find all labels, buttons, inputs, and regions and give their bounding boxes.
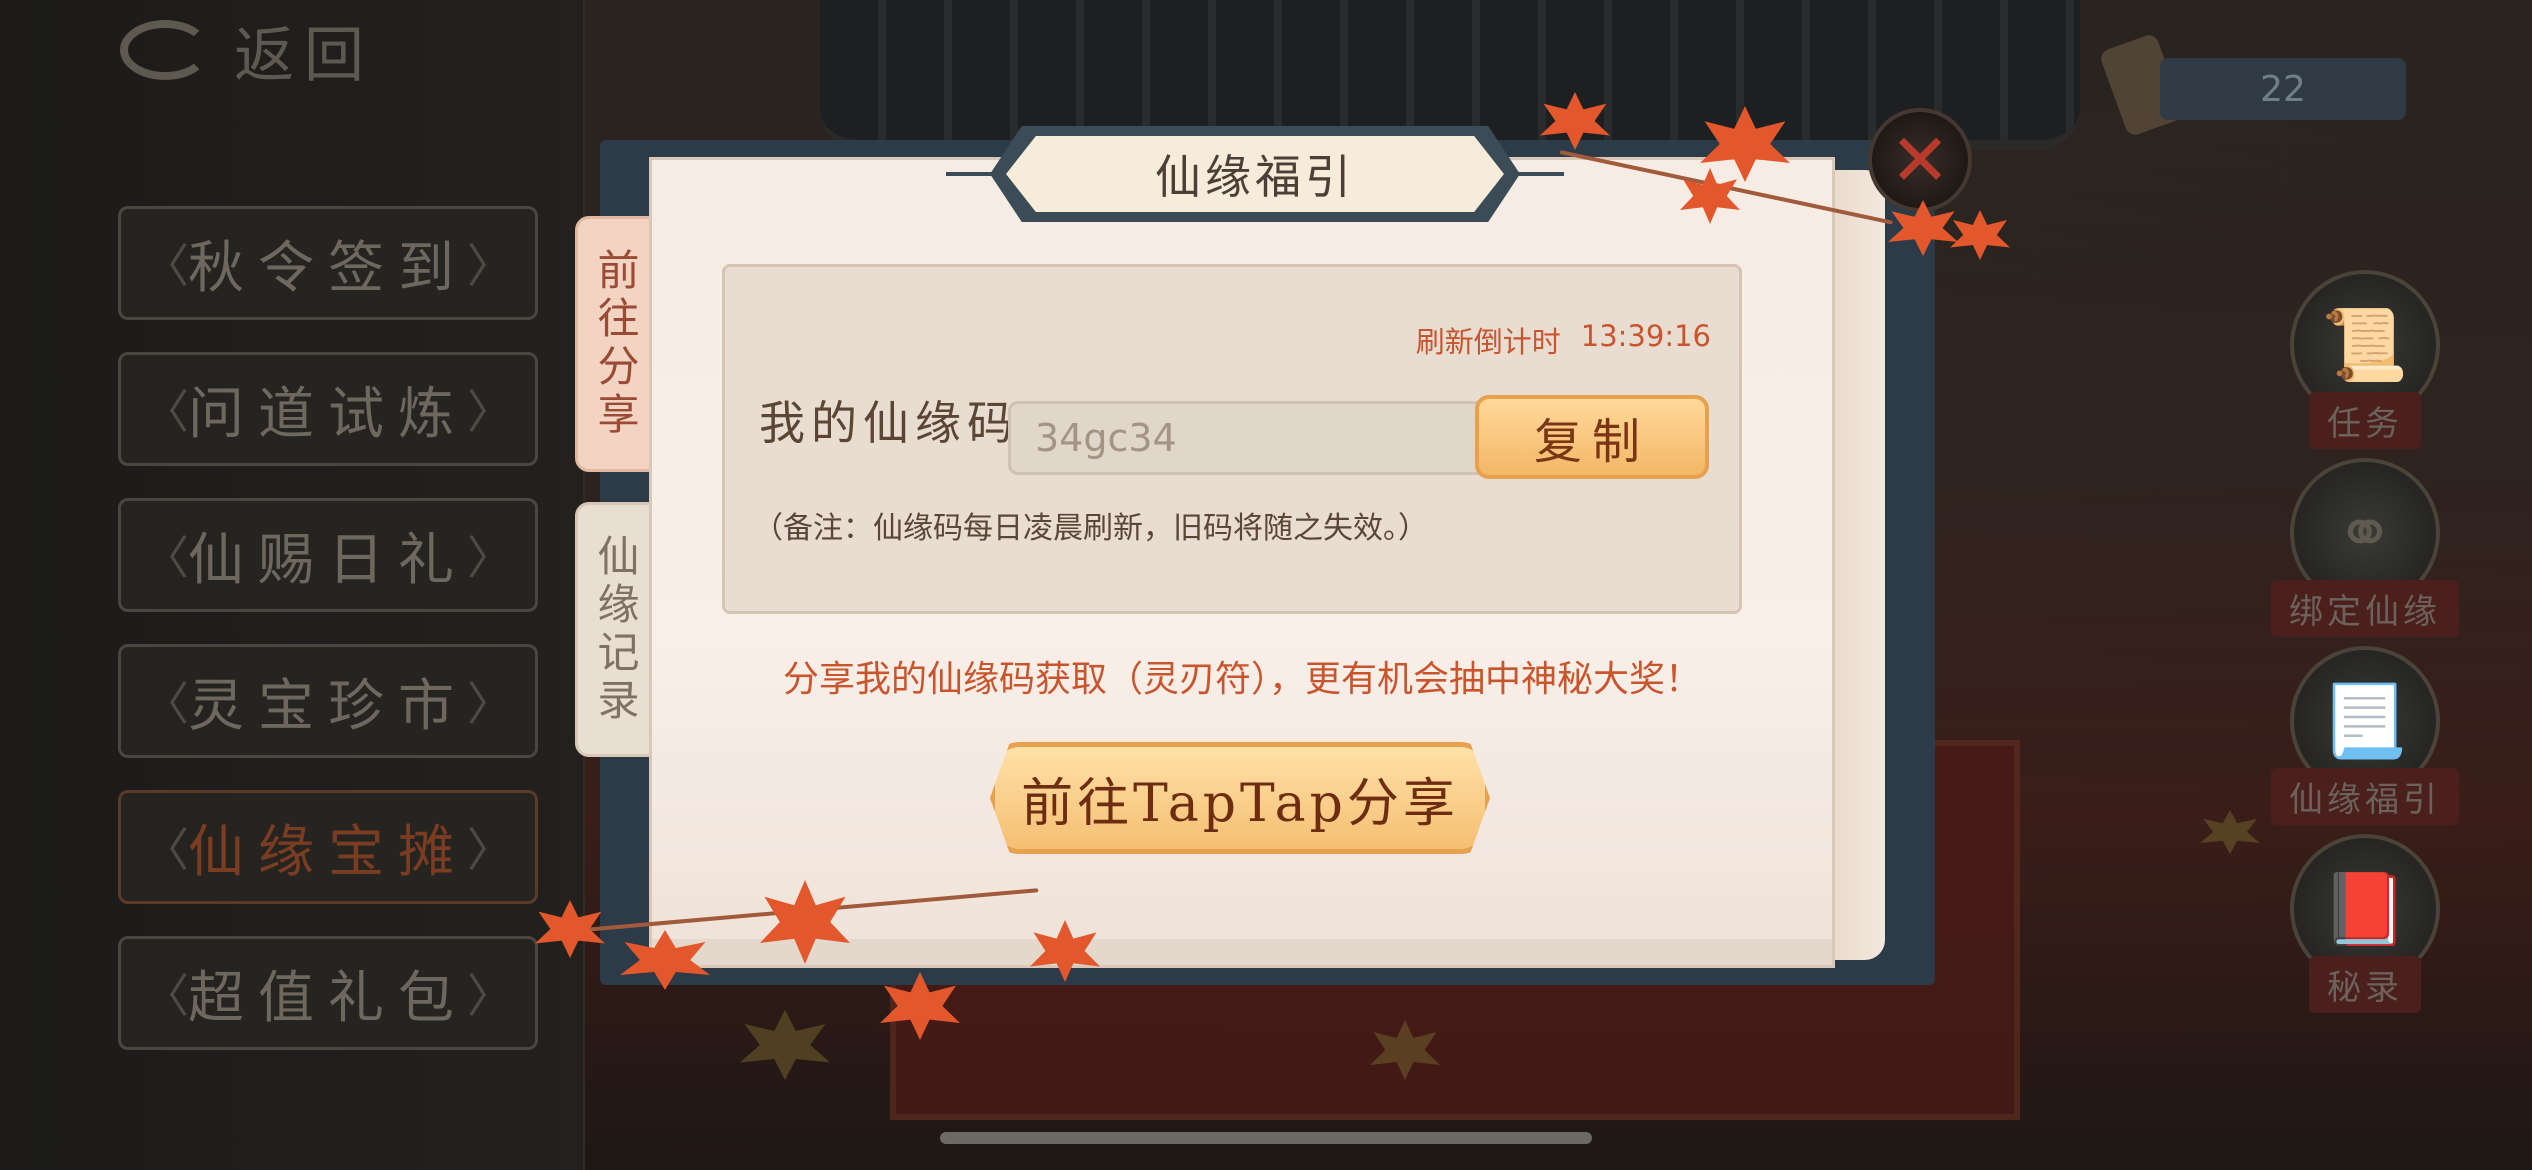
menu-item-fate-stall[interactable]: 仙缘宝摊 bbox=[118, 790, 538, 904]
menu-item-daily-gift[interactable]: 仙赐日礼 bbox=[118, 498, 538, 612]
back-label: 返回 bbox=[234, 20, 374, 91]
currency-counter: 22 bbox=[2160, 58, 2406, 120]
home-indicator[interactable] bbox=[940, 1132, 1592, 1144]
side-button-fate-blessing[interactable]: 📃 仙缘福引 bbox=[2271, 646, 2459, 826]
menu-item-treasure-market[interactable]: 灵宝珍市 bbox=[118, 644, 538, 758]
countdown-label: 刷新倒计时 bbox=[1415, 325, 1561, 359]
menu-item-value-pack[interactable]: 超值礼包 bbox=[118, 936, 538, 1050]
fate-code-field[interactable]: 34gc34 bbox=[1008, 401, 1498, 475]
side-button-bind-fate[interactable]: ⚭ 绑定仙缘 bbox=[2271, 458, 2459, 638]
close-button[interactable]: ✕ bbox=[1868, 108, 1972, 212]
refresh-countdown: 刷新倒计时 13:39:16 bbox=[1416, 319, 1711, 361]
side-button-tasks[interactable]: 📜 任务 bbox=[2280, 270, 2450, 450]
tab-fate-record[interactable]: 仙缘记录 bbox=[575, 502, 655, 757]
menu-item-trial[interactable]: 问道试炼 bbox=[118, 352, 538, 466]
back-swirl-icon bbox=[120, 20, 210, 80]
fate-code-panel: 刷新倒计时 13:39:16 我的仙缘码 34gc34 复制 （备注：仙缘码每日… bbox=[722, 264, 1742, 614]
back-button[interactable]: 返回 bbox=[120, 10, 380, 91]
menu-item-autumn-checkin[interactable]: 秋令签到 bbox=[118, 206, 538, 320]
dialog-bottom-band bbox=[652, 939, 1832, 965]
left-menu-panel: 返回 秋令签到 问道试炼 仙赐日礼 灵宝珍市 仙缘宝摊 超值礼包 bbox=[0, 0, 585, 1170]
tab-go-share[interactable]: 前往分享 bbox=[575, 216, 655, 472]
countdown-value: 13:39:16 bbox=[1580, 319, 1711, 353]
taptap-share-button[interactable]: 前往TapTap分享 bbox=[990, 742, 1490, 854]
my-code-label: 我的仙缘码 bbox=[759, 396, 1019, 450]
dialog-title: 仙缘福引 bbox=[1006, 136, 1504, 212]
share-description: 分享我的仙缘码获取（灵刃符），更有机会抽中神秘大奖！ bbox=[782, 659, 1701, 700]
close-icon: ✕ bbox=[1889, 118, 1951, 202]
code-note: （备注：仙缘码每日凌晨刷新，旧码将随之失效。） bbox=[753, 511, 1428, 546]
copy-button[interactable]: 复制 bbox=[1475, 395, 1709, 479]
side-button-secret-record[interactable]: 📕 秘录 bbox=[2280, 834, 2450, 1014]
dialog-scroll-edge bbox=[1830, 170, 1885, 960]
